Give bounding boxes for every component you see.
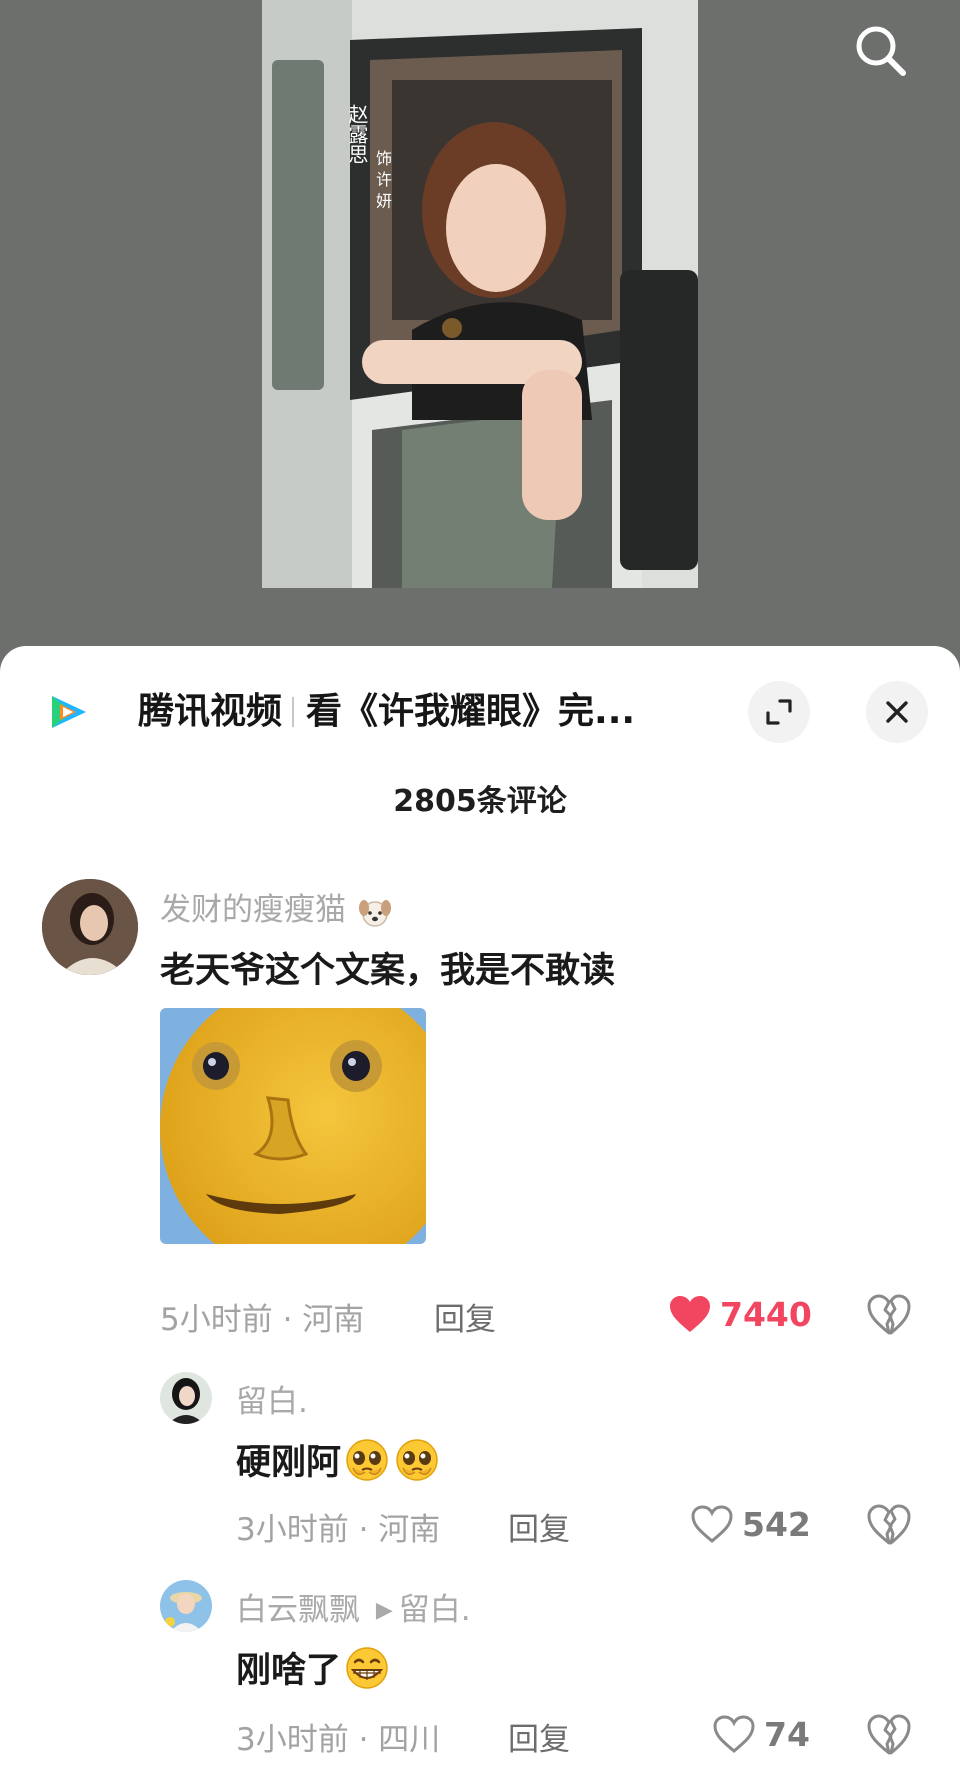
banner-divider xyxy=(292,697,295,727)
avatar[interactable] xyxy=(160,1372,212,1424)
heart-filled-icon xyxy=(670,1296,710,1332)
search-button[interactable] xyxy=(848,18,912,82)
avatar-photo xyxy=(160,1372,212,1424)
reply-username[interactable]: 白云飘飘 ▶ 留白. xyxy=(236,1584,471,1629)
poster-actor-name: 赵露思 xyxy=(345,104,369,164)
close-icon xyxy=(886,701,908,723)
comment-meta: 5小时前 · 河南 xyxy=(160,1302,365,1338)
reply-button[interactable]: 回复 xyxy=(508,1714,570,1759)
comment-username[interactable]: 发财的瘦瘦猫 xyxy=(160,884,392,929)
search-icon xyxy=(856,26,906,76)
username-text: 白云飘飘 xyxy=(236,1592,360,1628)
sticker-image xyxy=(160,1008,426,1244)
like-count: 74 xyxy=(764,1714,810,1754)
reply-button[interactable]: 回复 xyxy=(508,1504,570,1549)
poster-illustration xyxy=(262,0,698,588)
dislike-button[interactable] xyxy=(866,1712,912,1758)
close-button[interactable] xyxy=(866,681,928,743)
pleading-face-icon xyxy=(346,1439,388,1481)
broken-heart-icon xyxy=(867,1714,911,1755)
dislike-button[interactable] xyxy=(866,1502,912,1548)
expand-button[interactable] xyxy=(748,681,810,743)
heart-outline-icon xyxy=(691,1505,733,1543)
banner-app-name: 腾讯视频 xyxy=(138,691,283,732)
comment-text: 老天爷这个文案，我是不敢读 xyxy=(160,951,616,991)
reply-button[interactable]: 回复 xyxy=(434,1294,496,1339)
like-button[interactable]: 74 xyxy=(712,1712,810,1756)
expand-icon xyxy=(766,699,792,725)
reply-username[interactable]: 留白. xyxy=(236,1376,308,1421)
dislike-button[interactable] xyxy=(866,1292,912,1338)
reply-text: 刚啥了 xyxy=(236,1642,391,1693)
reply-meta: 3小时前 · 四川 xyxy=(236,1722,441,1758)
comment-count-title: 2805条评论 xyxy=(393,784,567,819)
reply-arrow-icon: ▶ xyxy=(375,1598,393,1623)
pleading-face-icon xyxy=(396,1439,438,1481)
like-button[interactable]: 542 xyxy=(690,1502,811,1546)
avatar-photo xyxy=(42,879,138,975)
like-count: 7440 xyxy=(720,1294,812,1334)
reply-text: 硬刚阿 xyxy=(236,1434,441,1485)
video-player[interactable]: 赵露思 饰 许 妍 xyxy=(0,0,960,660)
banner-video-title: 看《许我耀眼》完... xyxy=(306,691,636,732)
heart-outline-icon xyxy=(713,1715,755,1753)
like-button[interactable]: 7440 xyxy=(668,1292,812,1336)
grinning-face-icon xyxy=(346,1647,388,1689)
tencent-video-logo-icon xyxy=(52,696,86,728)
reply-text-content: 刚啥了 xyxy=(236,1651,342,1691)
yellow-face-sticker[interactable] xyxy=(160,1008,426,1244)
poster-role-text: 饰 许 妍 xyxy=(373,150,392,209)
reply-to-username[interactable]: 留白. xyxy=(399,1592,471,1628)
avatar[interactable] xyxy=(160,1580,212,1632)
video-poster[interactable]: 赵露思 饰 许 妍 xyxy=(262,0,698,588)
avatar[interactable] xyxy=(42,879,138,975)
reply-meta: 3小时前 · 河南 xyxy=(236,1512,441,1548)
comment-sheet: 腾讯视频 看《许我耀眼》完... 2805条评论 发财的瘦瘦猫 老天爷这个文案，… xyxy=(0,646,960,1784)
reply-text-content: 硬刚阿 xyxy=(236,1443,342,1483)
poster-caption: 赵露思 xyxy=(342,104,372,169)
username-text: 发财的瘦瘦猫 xyxy=(160,892,346,928)
poster-role: 饰 许 妍 xyxy=(370,150,394,212)
dog-face-icon xyxy=(358,900,391,927)
broken-heart-icon xyxy=(867,1504,911,1545)
broken-heart-icon xyxy=(867,1294,911,1335)
like-count: 542 xyxy=(742,1504,811,1544)
avatar-photo xyxy=(160,1580,212,1632)
banner-title[interactable]: 腾讯视频 看《许我耀眼》完... xyxy=(138,688,698,736)
